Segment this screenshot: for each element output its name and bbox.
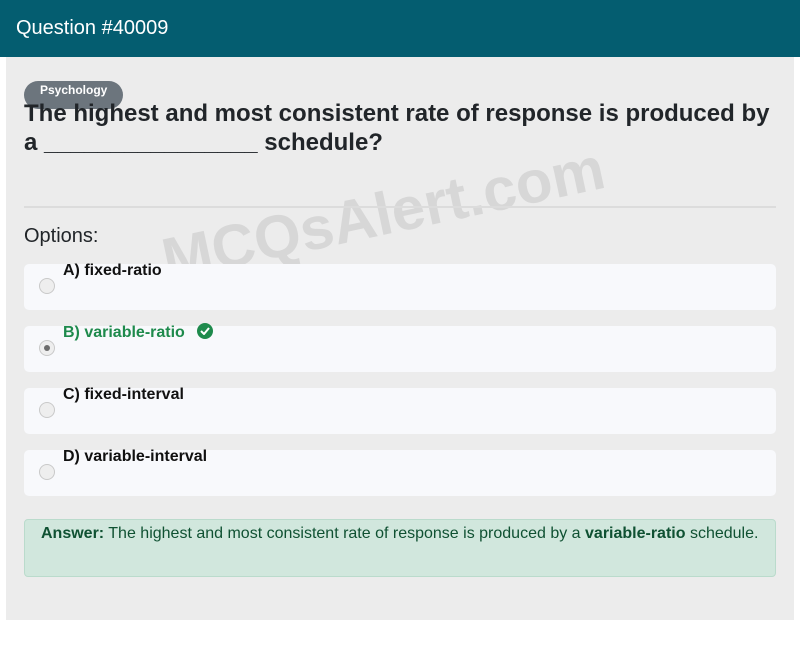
option-label[interactable]: C) fixed-interval [63, 386, 184, 404]
options-label: Options: [24, 225, 99, 247]
question-card: MCQsAlert.com Psychology The highest and… [6, 57, 794, 620]
radio-button[interactable] [39, 278, 55, 294]
question-text: The highest and most consistent rate of … [24, 100, 770, 156]
option-label[interactable]: A) fixed-ratio [63, 262, 162, 280]
answer-highlight: variable-ratio [585, 525, 686, 542]
radio-button[interactable] [39, 402, 55, 418]
answer-box: Answer: The highest and most consistent … [24, 519, 776, 577]
option-d[interactable]: D) variable-interval [24, 448, 776, 496]
page-title: Question #40009 [16, 17, 169, 39]
page-header: Question #40009 [0, 0, 800, 57]
answer-prefix: Answer: [41, 525, 105, 542]
radio-button[interactable] [39, 464, 55, 480]
check-circle-icon [197, 323, 213, 339]
option-label[interactable]: D) variable-interval [63, 448, 207, 466]
option-b[interactable]: B) variable-ratio [24, 323, 776, 372]
answer-text-after: schedule. [689, 525, 759, 542]
radio-button-selected[interactable] [39, 340, 55, 356]
answer-text-before: The highest and most consistent rate of … [108, 525, 581, 542]
option-a[interactable]: A) fixed-ratio [24, 262, 776, 310]
option-label[interactable]: B) variable-ratio [63, 324, 185, 342]
divider [24, 206, 776, 208]
option-c[interactable]: C) fixed-interval [24, 386, 776, 434]
